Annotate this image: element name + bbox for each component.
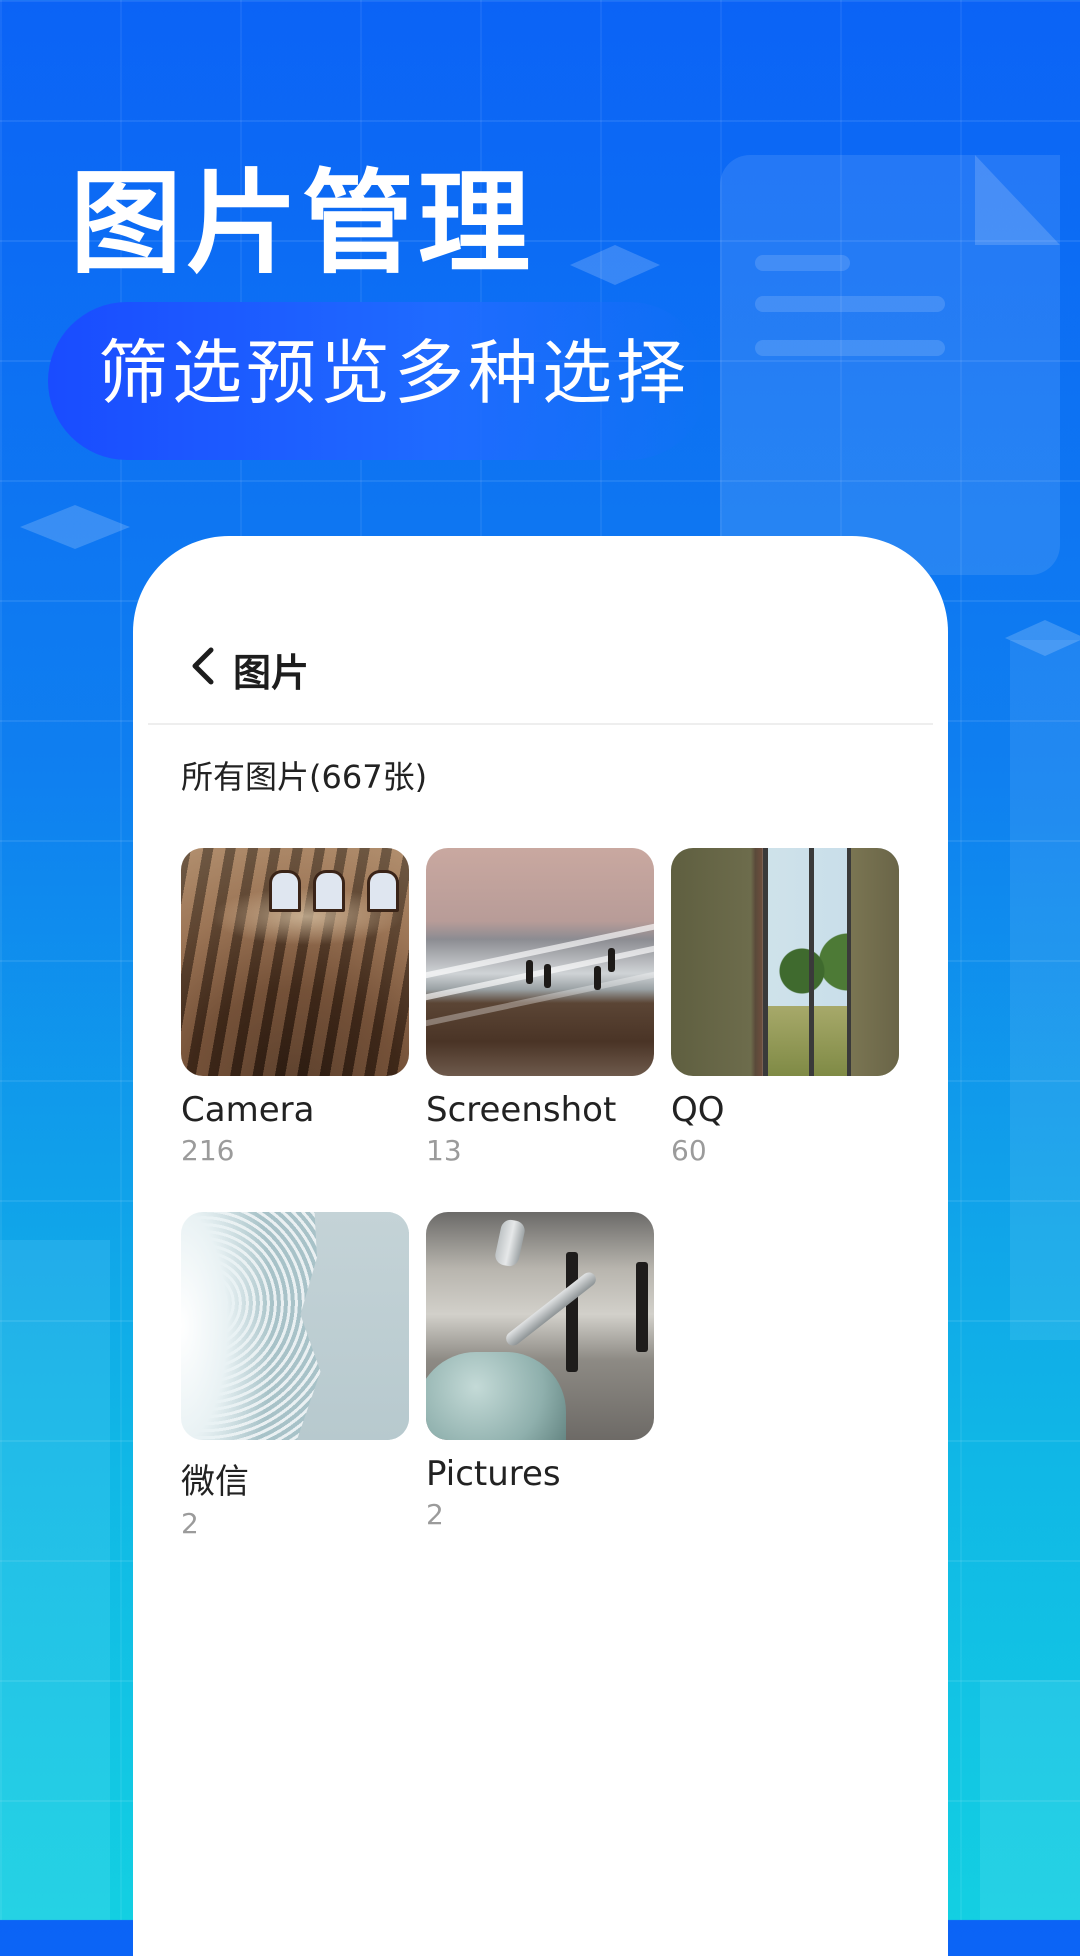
background-pillar [1010, 640, 1080, 1340]
back-button[interactable] [183, 636, 223, 696]
background-pillar [0, 1240, 110, 1920]
background-line [755, 255, 850, 271]
promo-subtitle: 筛选预览多种选择 [98, 332, 690, 414]
album-thumbnail [426, 1212, 654, 1440]
album-count: 60 [671, 1134, 707, 1167]
album-thumbnail [181, 1212, 409, 1440]
phone-screen: 图片 所有图片(667张) Camera 216 Screenshot 13 Q… [133, 536, 948, 1956]
background-diamond [20, 505, 130, 549]
nav-divider [148, 723, 933, 725]
album-screenshot[interactable]: Screenshot 13 [426, 848, 654, 1167]
nav-bar: 图片 [133, 536, 948, 725]
album-count: 13 [426, 1134, 462, 1167]
album-name: Pictures [426, 1454, 561, 1494]
album-name: 微信 [181, 1462, 249, 1502]
album-name: Camera [181, 1090, 315, 1130]
album-name: Screenshot [426, 1090, 617, 1130]
promo-title: 图片管理 [70, 159, 534, 289]
background-diamond [570, 245, 660, 285]
album-qq[interactable]: QQ 60 [671, 848, 899, 1167]
album-thumbnail [671, 848, 899, 1076]
background-line [755, 296, 945, 312]
album-camera[interactable]: Camera 216 [181, 848, 409, 1167]
album-thumbnail [181, 848, 409, 1076]
album-name: QQ [671, 1090, 725, 1130]
album-count: 2 [426, 1498, 444, 1531]
background-pillar [980, 1680, 1080, 1920]
album-pictures[interactable]: Pictures 2 [426, 1212, 654, 1531]
album-count: 2 [181, 1507, 199, 1540]
album-wechat[interactable]: 微信 2 [181, 1212, 409, 1540]
album-count: 216 [181, 1134, 235, 1167]
section-title: 所有图片(667张) [181, 758, 428, 796]
album-thumbnail [426, 848, 654, 1076]
background-line [755, 340, 945, 356]
chevron-left-icon [192, 647, 214, 685]
page-title: 图片 [233, 651, 310, 695]
